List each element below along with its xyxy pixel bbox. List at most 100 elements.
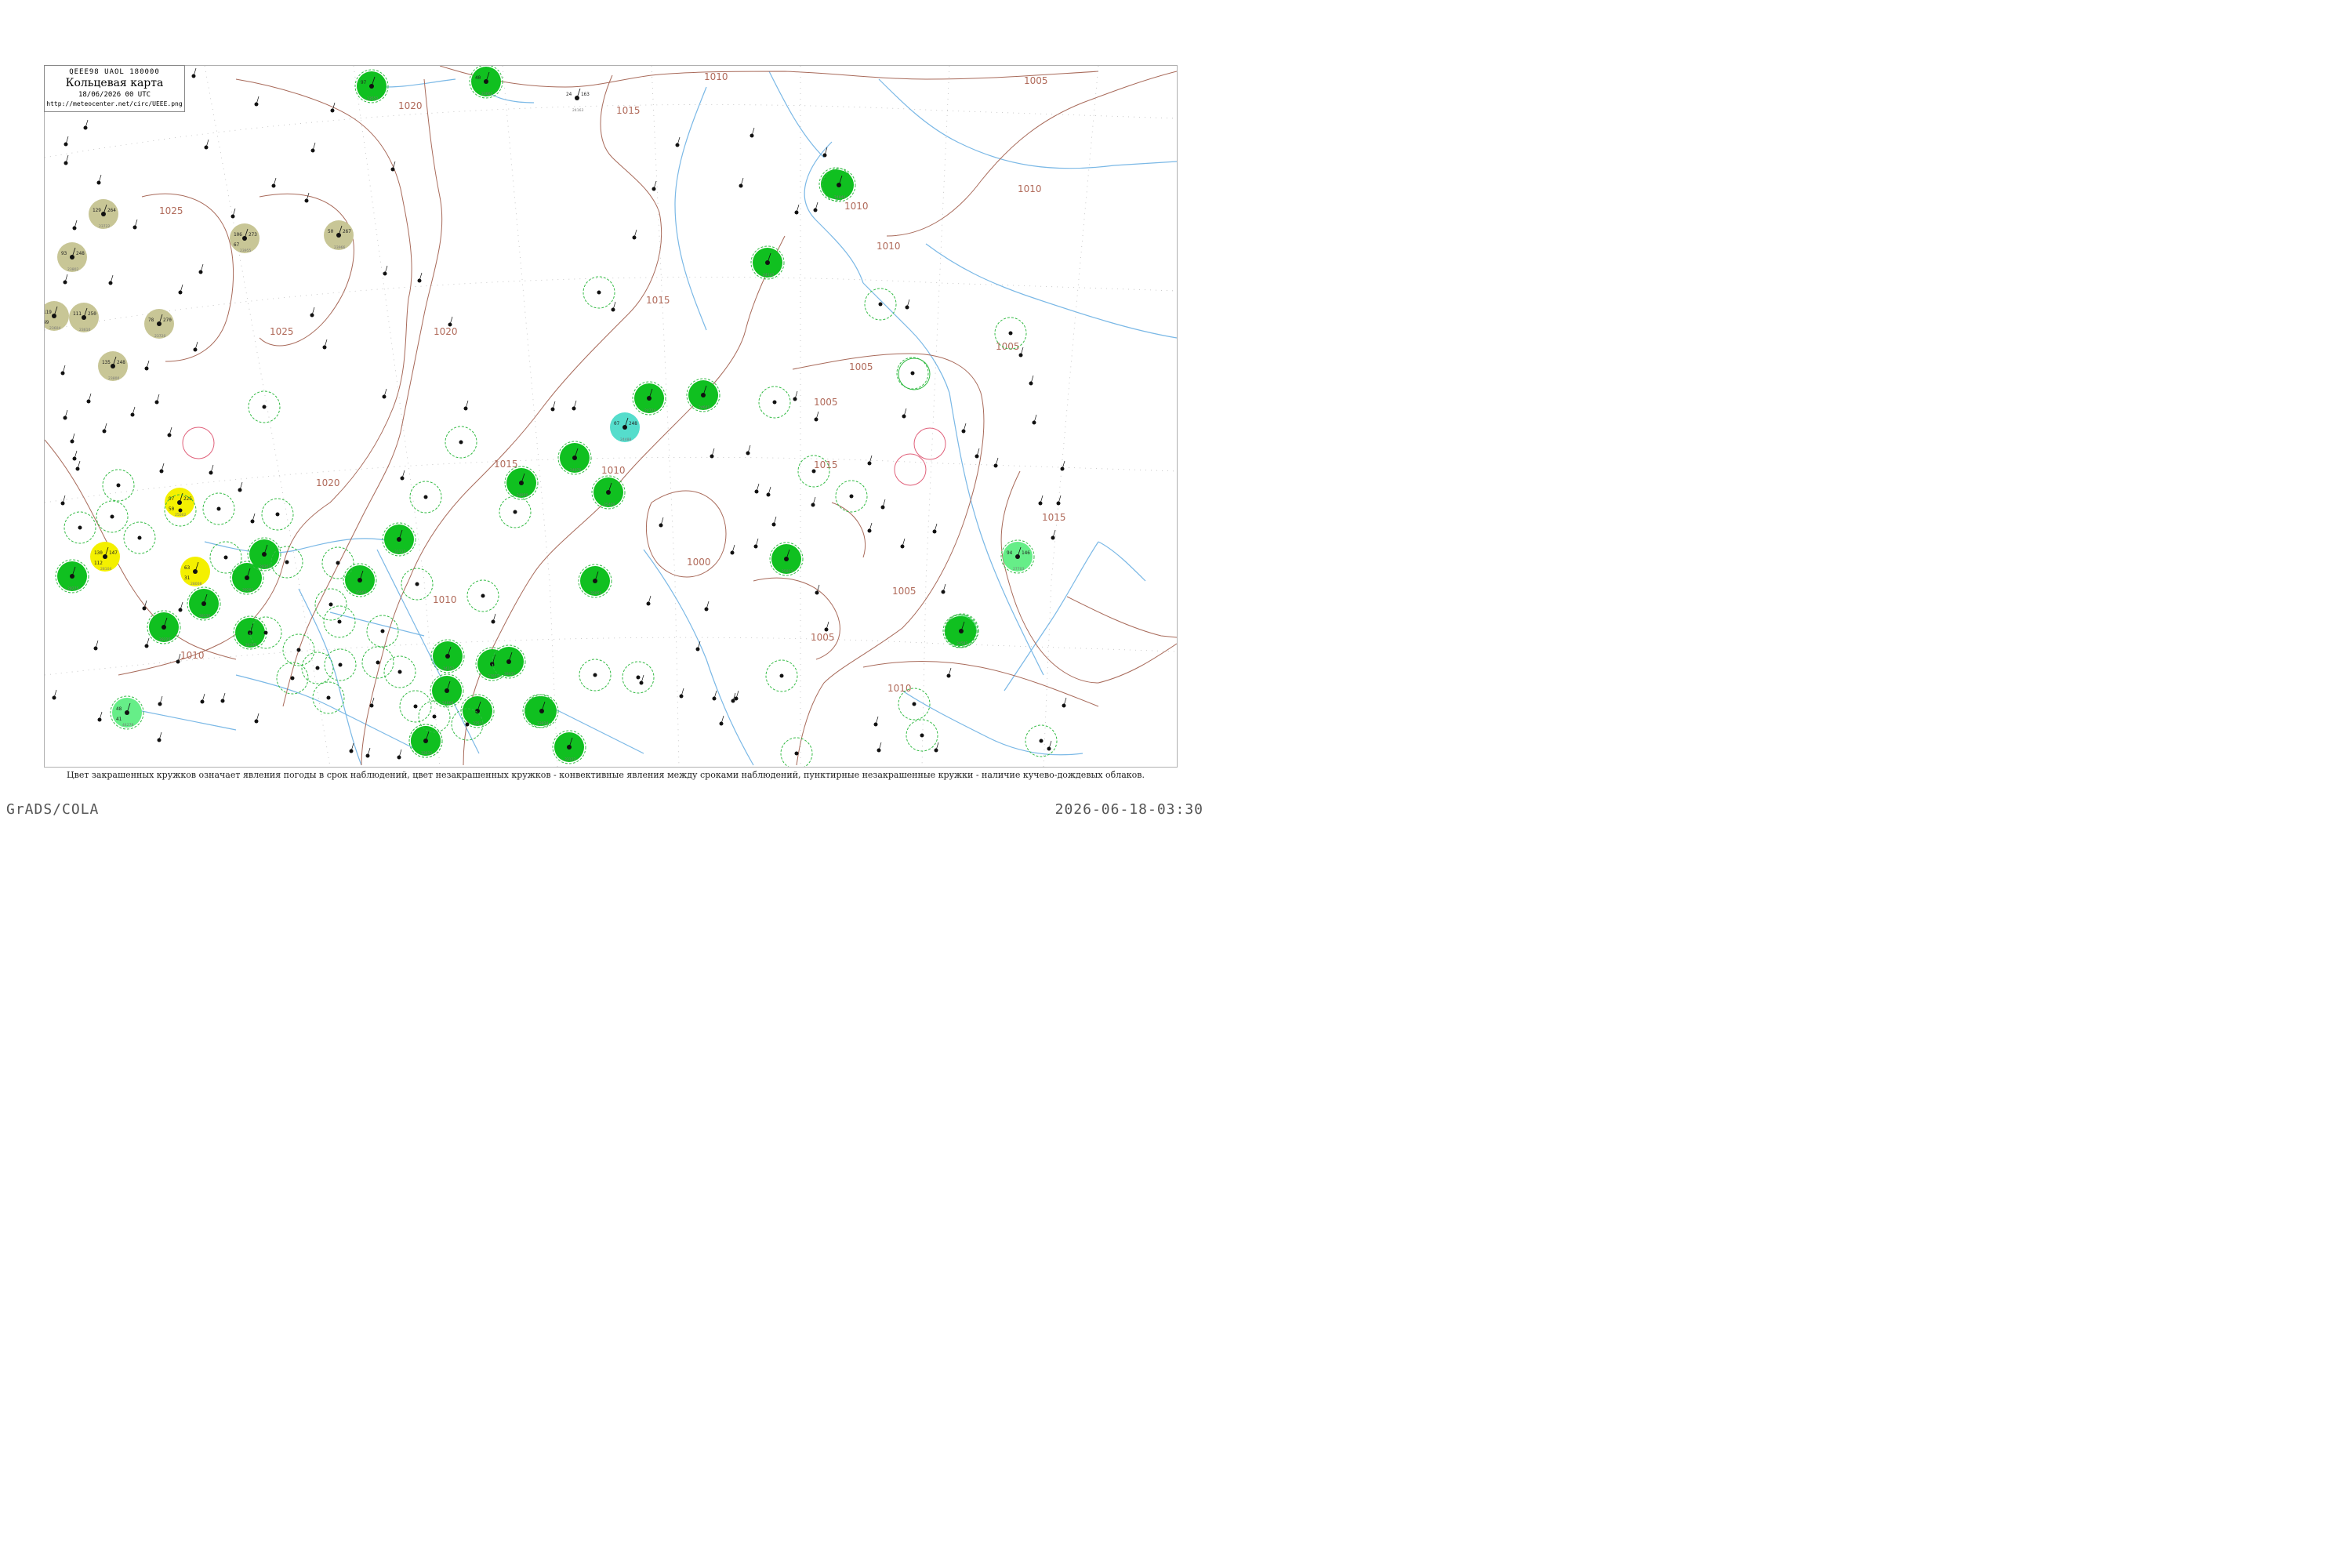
station-23966[interactable]: 50 267 23966 (324, 220, 354, 250)
station-28275[interactable]: 28275 (55, 559, 89, 593)
station-33612[interactable]: 33612 (408, 724, 443, 758)
station-dot (290, 676, 295, 681)
station-23800[interactable]: 135 248 23800 (98, 351, 128, 381)
minor-station (712, 690, 717, 701)
station-25002[interactable]: 97 2265025002 (165, 488, 194, 517)
isobar-value-label: 1010 (887, 683, 912, 694)
minor-station (254, 96, 260, 107)
station-dot (772, 400, 777, 405)
station-24724[interactable]: 24724 (632, 381, 666, 416)
minor-station (739, 177, 744, 188)
station-23720[interactable]: 78 270 23720 (144, 309, 174, 339)
station-id: 23662 (481, 92, 492, 96)
station-24488[interactable]: 07 248 24488 (610, 412, 640, 442)
station-dot (1039, 739, 1044, 743)
station-24163[interactable]: 24 16324163 (566, 88, 590, 113)
station-id: 28225 (159, 637, 170, 642)
station-id: 23802 (67, 267, 78, 272)
station-temp: 48 (116, 706, 122, 712)
station-28225[interactable]: 28225 (147, 610, 181, 644)
station-dot (794, 751, 799, 756)
station-dot (779, 673, 784, 678)
minor-station (1032, 414, 1037, 425)
station-30565[interactable]: 30565 (343, 563, 377, 597)
station-dot (337, 619, 342, 624)
minor-station (382, 388, 387, 399)
minor-station (271, 177, 277, 188)
station-dot (1008, 331, 1013, 336)
station-33511[interactable]: 33511 (460, 694, 495, 728)
isobar-value-label: 1015 (494, 459, 518, 470)
station-24668[interactable]: 24668 (430, 673, 464, 708)
isobar-value-label: 1015 (1042, 512, 1066, 523)
minor-station (867, 522, 873, 533)
minor-observations-layer (52, 67, 1067, 767)
minor-station (72, 220, 78, 230)
station-dot (465, 722, 470, 727)
minor-station (814, 411, 819, 422)
station-23722[interactable]: 129 264 23722 (89, 199, 118, 229)
station-id: 24959 (517, 493, 528, 498)
minor-station (652, 180, 657, 191)
station-dot (380, 629, 385, 633)
minor-station (72, 450, 78, 461)
minor-station (144, 360, 150, 371)
isobar-value-label: 1015 (646, 295, 670, 306)
station-dot (811, 469, 816, 474)
station-33122[interactable]: 33122 (552, 730, 586, 764)
station-temp: 24 (566, 92, 572, 97)
station-24143[interactable]: 24143 (750, 245, 785, 280)
minor-station (97, 711, 103, 722)
isobar-value-label: 1020 (434, 326, 458, 337)
station-dot (912, 702, 916, 706)
minor-station (322, 339, 328, 350)
minor-station (365, 747, 371, 758)
station-24678[interactable]: 24678 (557, 441, 592, 475)
station-id: 25913 (782, 569, 793, 574)
map-title: Кольцевая карта (65, 77, 164, 89)
station-44278[interactable]: 48 4144278 (110, 695, 144, 730)
station-23955[interactable]: 106 273 6723955 (230, 223, 260, 253)
station-dot (216, 506, 221, 511)
minor-station (254, 713, 260, 724)
station-28104[interactable]: 130 147 11228104 (90, 542, 120, 572)
station-33055[interactable]: 33055 (578, 564, 612, 598)
isobar-value-label: 1010 (180, 650, 205, 661)
minor-station (639, 674, 644, 685)
station-25400[interactable]: 25400 (591, 475, 626, 510)
station-27703[interactable]: 94 146 27703 (1000, 539, 1035, 574)
station-31733[interactable]: 31733 (382, 522, 416, 557)
station-id: 28431 (504, 672, 515, 677)
station-dot (636, 675, 641, 680)
station-dot (597, 290, 601, 295)
station-dot (849, 494, 854, 499)
station-28138[interactable]: 28138 (187, 586, 221, 621)
minor-station (154, 394, 160, 405)
station-24959[interactable]: 24959 (504, 466, 539, 500)
station-23604[interactable]: 119 4923604 (45, 301, 69, 331)
thunder-between-circle (894, 453, 927, 486)
station-dot (593, 673, 597, 677)
station-23552[interactable]: 97 23552 (354, 69, 389, 103)
minor-station (993, 457, 999, 468)
station-23662[interactable]: 40 23662 (469, 66, 503, 99)
station-dot (285, 560, 289, 564)
station-id: 23720 (154, 334, 165, 339)
station-28008[interactable]: 63 3128008 (180, 557, 210, 586)
station-id: 24488 (620, 437, 631, 442)
minor-station (193, 341, 198, 352)
station-23802[interactable]: 93 248 23802 (57, 242, 87, 272)
minor-station (1062, 697, 1067, 708)
station-25913[interactable]: 25913 (769, 542, 804, 576)
station-23610[interactable]: 111 250 23610 (69, 303, 99, 332)
station-temp: 130 (94, 550, 103, 556)
station-id: 34152 (443, 666, 454, 671)
station-dewpoint: 50 (169, 506, 175, 512)
isobar-value-label: 1025 (159, 205, 183, 216)
station-temp: 93 (61, 251, 67, 256)
station-34581[interactable]: 34581 (944, 614, 978, 648)
station-id: 37071 (488, 674, 499, 679)
station-temp: 111 (73, 311, 82, 317)
station-id: 23800 (108, 376, 119, 381)
minor-station (102, 423, 107, 434)
